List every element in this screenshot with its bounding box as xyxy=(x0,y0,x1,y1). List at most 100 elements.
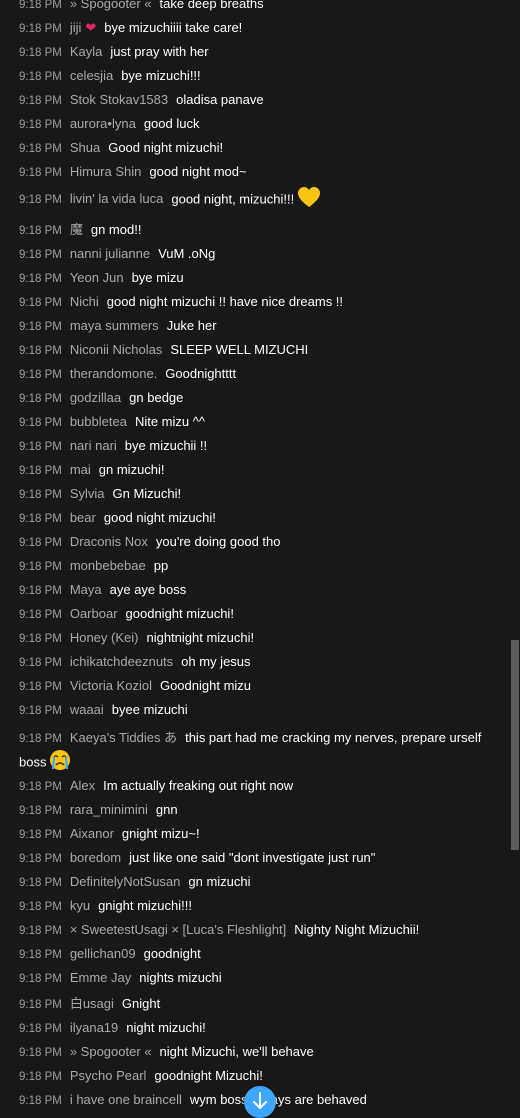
message-text: Goodnightttt xyxy=(165,366,237,381)
chat-message: 9:18 PM celesjia bye mizuchi!!! xyxy=(19,66,502,87)
message-author[interactable]: maya summers xyxy=(70,318,159,333)
message-author[interactable]: waaai xyxy=(70,702,104,717)
message-author[interactable]: Alex xyxy=(70,778,95,793)
message-author[interactable]: celesjia xyxy=(70,68,113,83)
message-text: Gnight xyxy=(121,996,161,1011)
message-timestamp: 9:18 PM xyxy=(19,194,62,207)
message-author[interactable]: Himura Shin xyxy=(70,164,142,179)
message-timestamp: 9:18 PM xyxy=(19,633,62,645)
scroll-down-button[interactable] xyxy=(244,1086,276,1118)
message-timestamp: 9:18 PM xyxy=(19,489,62,501)
message-author[interactable]: Kayla xyxy=(70,44,103,59)
message-author[interactable]: kyu xyxy=(70,898,90,913)
message-author[interactable]: monbebebae xyxy=(70,558,146,573)
message-author[interactable]: 白usagi xyxy=(70,996,114,1011)
message-author[interactable]: ilyana19 xyxy=(70,1020,118,1035)
chat-message: 9:18 PM Honey (Kei) nightnight mizuchi! xyxy=(19,628,502,649)
chat-message: 9:18 PM livin' la vida luca good night, mi… xyxy=(19,186,502,214)
scrollbar-thumb[interactable] xyxy=(511,640,519,850)
message-timestamp: 9:18 PM xyxy=(19,585,62,597)
message-author[interactable]: 魔 xyxy=(70,222,83,237)
chat-message: 9:18 PM mai gn mizuchi! xyxy=(19,460,502,481)
message-author[interactable]: Oarboar xyxy=(70,606,118,621)
message-timestamp: 9:18 PM xyxy=(19,23,62,35)
message-author[interactable]: » Spogooter « xyxy=(70,1044,152,1059)
message-author[interactable]: Victoria Koziol xyxy=(70,678,152,693)
chat-message: 9:18 PM Nichi good night mizuchi !! have n… xyxy=(19,292,502,313)
message-text: goodnight xyxy=(143,946,201,961)
chat-message-list[interactable]: 9:18 PM» Spogooter «take deep breaths 9:1… xyxy=(0,0,510,1118)
message-author[interactable]: rara_minimini xyxy=(70,802,148,817)
message-author[interactable]: gellichan09 xyxy=(70,946,136,961)
message-timestamp: 9:18 PM xyxy=(19,537,62,549)
message-author[interactable]: Aixanor xyxy=(70,826,114,841)
message-author[interactable]: mai xyxy=(70,462,91,477)
message-author[interactable]: livin' la vida luca xyxy=(70,191,164,206)
message-timestamp: 9:18 PM xyxy=(19,369,62,381)
message-text: good night mod~ xyxy=(149,164,247,179)
message-timestamp: 9:18 PM xyxy=(19,657,62,669)
message-text: good night mizuchi !! have nice dreams !… xyxy=(106,294,344,309)
message-author[interactable]: Sylvia xyxy=(70,486,105,501)
message-author[interactable]: Psycho Pearl xyxy=(70,1068,147,1083)
message-author[interactable]: boredom xyxy=(70,850,121,865)
chat-message: 9:18 PM nanni julianne VuM .oNg xyxy=(19,244,502,265)
message-author[interactable]: bubbletea xyxy=(70,414,127,429)
message-author[interactable]: i have one braincell xyxy=(70,1092,182,1107)
message-author[interactable]: Shua xyxy=(70,140,100,155)
message-text: bye mizuchiiii take care! xyxy=(104,20,243,35)
message-author[interactable]: nanni julianne xyxy=(70,246,150,261)
message-author[interactable]: Draconis Nox xyxy=(70,534,148,549)
scrollbar-track[interactable] xyxy=(510,0,520,1118)
message-author[interactable]: × SweetestUsagi × [Luca's Fleshlight] xyxy=(70,922,286,937)
chat-message: 9:18 PM gellichan09 goodnight xyxy=(19,944,502,965)
message-text: bye mizuchii !! xyxy=(124,438,208,453)
message-text: bye mizuchi!!! xyxy=(121,68,201,83)
message-text: Nighty Night Mizuchii! xyxy=(294,922,420,937)
chat-message: 9:18 PM » Spogooter « night Mizuchi, we'll… xyxy=(19,1042,502,1063)
message-text: night mizuchi! xyxy=(126,1020,206,1035)
chat-message: 9:18 PM bear good night mizuchi! xyxy=(19,508,502,529)
chat-message: 9:18 PM Stok Stokav1583 oladisa panave xyxy=(19,90,502,111)
message-author[interactable]: Yeon Jun xyxy=(70,270,124,285)
message-timestamp: 9:18 PM xyxy=(19,609,62,621)
message-author[interactable]: Emme Jay xyxy=(70,970,131,985)
chat-message: 9:18 PM Niconii Nicholas SLEEP WELL MIZUCH… xyxy=(19,340,502,361)
arrow-down-icon xyxy=(252,1091,268,1113)
message-timestamp: 9:18 PM xyxy=(19,733,62,745)
message-author[interactable]: bear xyxy=(70,510,96,525)
message-author[interactable]: Maya xyxy=(70,582,102,597)
message-author[interactable]: nari nari xyxy=(70,438,117,453)
message-author[interactable]: godzillaa xyxy=(70,390,121,405)
chat-message: 9:18 PM Psycho Pearl goodnight Mizuchi! xyxy=(19,1066,502,1087)
message-timestamp: 9:18 PM xyxy=(19,513,62,525)
message-author[interactable]: therandomone. xyxy=(70,366,157,381)
message-author[interactable]: Kaeya's Tiddies あ xyxy=(70,730,177,745)
chat-message: 9:18 PM Oarboar goodnight mizuchi! xyxy=(19,604,502,625)
chat-message: 9:18 PM monbebebae pp xyxy=(19,556,502,577)
message-timestamp: 9:18 PM xyxy=(19,345,62,357)
message-timestamp: 9:18 PM xyxy=(19,901,62,913)
message-author[interactable]: DefinitelyNotSusan xyxy=(70,874,181,889)
message-timestamp: 9:18 PM xyxy=(19,1023,62,1035)
crying-face-emoji xyxy=(49,749,71,777)
message-author[interactable]: ichikatchdeeznuts xyxy=(70,654,173,669)
message-text: gnight mizuchi!!! xyxy=(98,898,192,913)
message-author[interactable]: » Spogooter « xyxy=(70,0,152,11)
chat-message: 9:18 PM × SweetestUsagi × [Luca's Fleshli… xyxy=(19,920,502,941)
message-author[interactable]: Stok Stokav1583 xyxy=(70,92,168,107)
message-author[interactable]: aurora•lyna xyxy=(70,116,136,131)
chat-message: 9:18 PM Shua Good night mizuchi! xyxy=(19,138,502,159)
message-timestamp: 9:18 PM xyxy=(19,999,62,1011)
chat-message: 9:18 PM Himura Shin good night mod~ xyxy=(19,162,502,183)
message-author[interactable]: jiji xyxy=(70,20,82,35)
message-timestamp: 9:18 PM xyxy=(19,95,62,107)
message-timestamp: 9:18 PM xyxy=(19,225,62,237)
chat-message: 9:18 PM maya summers Juke her xyxy=(19,316,502,337)
message-author[interactable]: Niconii Nicholas xyxy=(70,342,162,357)
message-text: Im actually freaking out right now xyxy=(103,778,294,793)
message-author[interactable]: Nichi xyxy=(70,294,99,309)
message-author[interactable]: Honey (Kei) xyxy=(70,630,139,645)
chat-message: 9:18 PM Kaeya's Tiddies あ this part had me… xyxy=(19,728,502,777)
yellow-heart-emoji xyxy=(297,186,321,214)
